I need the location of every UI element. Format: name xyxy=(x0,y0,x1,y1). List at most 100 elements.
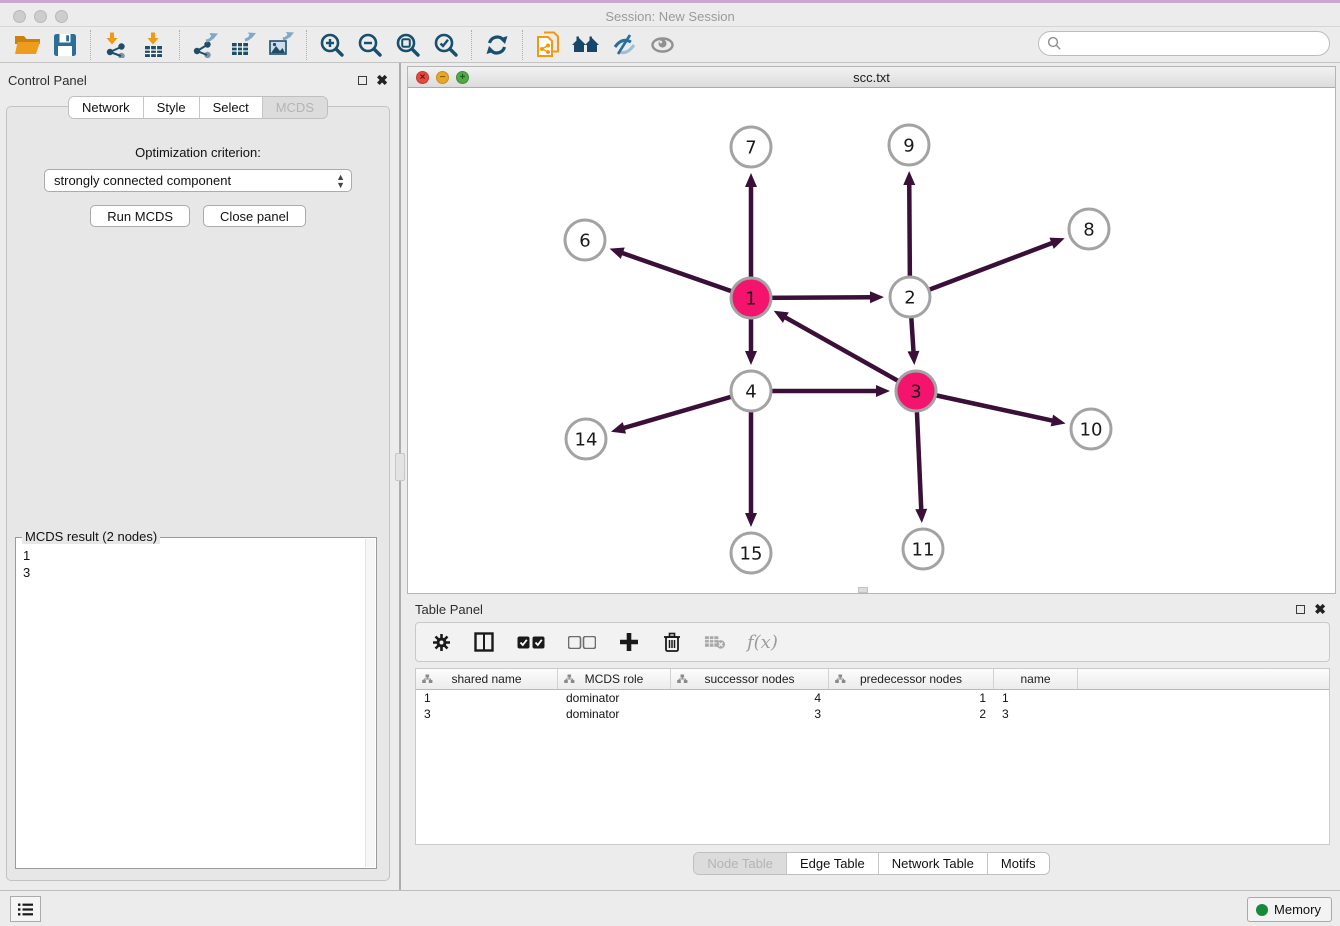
node-label-6: 6 xyxy=(579,230,590,251)
open-session-button[interactable] xyxy=(8,30,46,60)
close-table-panel-icon[interactable]: ✖ xyxy=(1314,604,1326,614)
mcds-result-line: 3 xyxy=(23,564,364,581)
column-header-predecessor-nodes[interactable]: predecessor nodes xyxy=(829,669,994,689)
network-graph[interactable]: 7968124314101511 xyxy=(408,88,1335,593)
table-row[interactable]: 3dominator323 xyxy=(416,706,1329,722)
table-cell[interactable]: 1 xyxy=(994,690,1078,706)
save-session-icon xyxy=(53,33,77,57)
table-cell[interactable]: 3 xyxy=(994,706,1078,722)
search-input[interactable] xyxy=(1062,37,1312,51)
edge-3-1[interactable] xyxy=(784,317,916,391)
column-header-shared-name[interactable]: shared name xyxy=(416,669,558,689)
search-field[interactable] xyxy=(1038,31,1330,56)
memory-button[interactable]: Memory xyxy=(1247,897,1332,922)
zoom-selected-button[interactable] xyxy=(427,30,465,60)
node-label-7: 7 xyxy=(745,137,756,158)
tab-select[interactable]: Select xyxy=(200,97,263,118)
duplicate-network-button[interactable] xyxy=(529,30,567,60)
select-all-icon xyxy=(517,636,545,649)
network-window-titlebar[interactable]: × − + scc.txt xyxy=(408,67,1335,88)
edge-2-8[interactable] xyxy=(910,242,1053,297)
column-header-MCDS-role[interactable]: MCDS role xyxy=(558,669,671,689)
delete-table-icon xyxy=(704,634,726,650)
window-title: Session: New Session xyxy=(0,9,1340,24)
column-header-label: successor nodes xyxy=(704,672,794,686)
table-cell[interactable]: 1 xyxy=(416,690,558,706)
status-bar: Memory xyxy=(0,890,1340,926)
export-image-button[interactable] xyxy=(262,30,300,60)
tab-edge-table[interactable]: Edge Table xyxy=(787,853,879,874)
float-panel-icon[interactable] xyxy=(358,76,367,85)
refresh-button[interactable] xyxy=(478,30,516,60)
table-row[interactable]: 1dominator411 xyxy=(416,690,1329,706)
tab-motifs[interactable]: Motifs xyxy=(988,853,1049,874)
arrowhead-icon xyxy=(610,248,625,259)
chevron-up-down-icon: ▲▼ xyxy=(336,173,345,189)
settings-gear-button[interactable] xyxy=(430,631,452,653)
delete-column-button[interactable] xyxy=(661,631,683,653)
open-session-icon xyxy=(14,33,41,57)
hide-selected-button[interactable] xyxy=(605,30,643,60)
first-neighbors-button[interactable] xyxy=(567,30,605,60)
mcds-result-list[interactable]: 13 xyxy=(23,547,364,866)
table-cell[interactable]: dominator xyxy=(558,706,671,722)
network-window-title: scc.txt xyxy=(408,70,1335,85)
canvas-splitter-handle[interactable] xyxy=(858,587,868,593)
node-label-3: 3 xyxy=(910,381,921,402)
close-panel-button[interactable]: Close panel xyxy=(203,205,306,227)
deselect-all-icon xyxy=(568,636,596,649)
run-mcds-button[interactable]: Run MCDS xyxy=(90,205,190,227)
function-builder-button[interactable]: f(x) xyxy=(747,632,778,653)
import-table-button[interactable] xyxy=(135,30,173,60)
sort-column-icon[interactable] xyxy=(564,674,575,684)
tab-style[interactable]: Style xyxy=(144,97,200,118)
tab-node-table[interactable]: Node Table xyxy=(694,853,787,874)
network-canvas[interactable]: 7968124314101511 xyxy=(408,88,1335,593)
node-label-15: 15 xyxy=(740,543,763,564)
tab-network[interactable]: Network xyxy=(69,97,144,118)
tab-network-table[interactable]: Network Table xyxy=(879,853,988,874)
toolbar-separator xyxy=(179,30,180,60)
column-visibility-icon xyxy=(474,632,494,652)
close-panel-icon[interactable]: ✖ xyxy=(376,75,388,85)
float-table-panel-icon[interactable] xyxy=(1296,605,1305,614)
select-all-button[interactable] xyxy=(516,631,546,653)
export-table-button[interactable] xyxy=(224,30,262,60)
import-network-button[interactable] xyxy=(97,30,135,60)
table-cell[interactable]: 3 xyxy=(671,706,829,722)
column-header-name[interactable]: name xyxy=(994,669,1078,689)
node-table[interactable]: shared nameMCDS role successor nodes prede… xyxy=(415,668,1330,845)
show-all-button[interactable] xyxy=(643,30,681,60)
arrowhead-icon xyxy=(745,513,757,527)
panel-splitter-handle[interactable] xyxy=(395,453,405,481)
delete-table-button[interactable] xyxy=(704,631,726,653)
zoom-fit-button[interactable] xyxy=(389,30,427,60)
arrowhead-icon xyxy=(1051,415,1066,427)
export-network-button[interactable] xyxy=(186,30,224,60)
criterion-dropdown[interactable]: strongly connected component ▲▼ xyxy=(44,169,352,192)
column-header-label: predecessor nodes xyxy=(860,672,962,686)
add-column-button[interactable] xyxy=(618,631,640,653)
arrowhead-icon xyxy=(876,385,890,397)
duplicate-network-icon xyxy=(535,31,562,59)
column-header-successor-nodes[interactable]: successor nodes xyxy=(671,669,829,689)
column-visibility-button[interactable] xyxy=(473,631,495,653)
task-history-button[interactable] xyxy=(10,896,41,922)
arrowhead-icon xyxy=(903,171,915,185)
zoom-out-button[interactable] xyxy=(351,30,389,60)
result-scrollbar[interactable] xyxy=(365,539,375,867)
tab-mcds[interactable]: MCDS xyxy=(263,97,327,118)
table-cell[interactable]: 3 xyxy=(416,706,558,722)
zoom-in-button[interactable] xyxy=(313,30,351,60)
sort-column-icon[interactable] xyxy=(835,674,846,684)
table-cell[interactable]: 1 xyxy=(829,690,994,706)
table-cell[interactable]: 4 xyxy=(671,690,829,706)
sort-column-icon[interactable] xyxy=(422,674,433,684)
deselect-all-button[interactable] xyxy=(567,631,597,653)
sort-column-icon[interactable] xyxy=(677,674,688,684)
node-label-1: 1 xyxy=(745,288,756,309)
toolbar-separator xyxy=(471,30,472,60)
save-session-button[interactable] xyxy=(46,30,84,60)
table-cell[interactable]: 2 xyxy=(829,706,994,722)
table-cell[interactable]: dominator xyxy=(558,690,671,706)
